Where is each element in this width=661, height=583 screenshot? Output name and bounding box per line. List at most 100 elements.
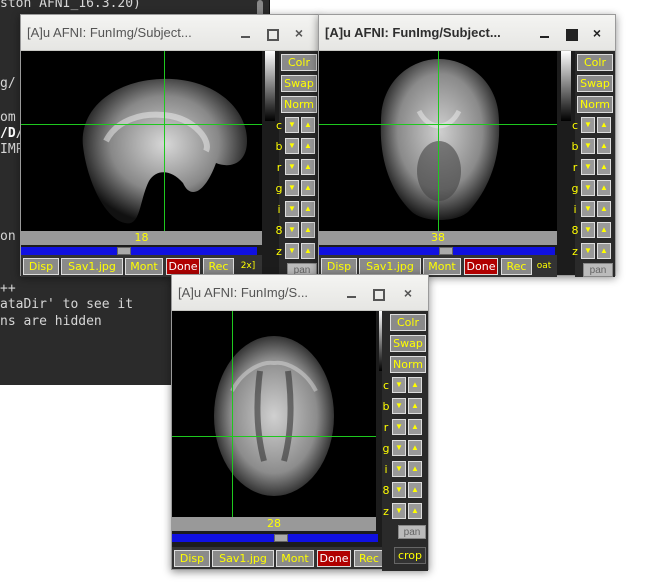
down-arrow-icon[interactable]: ▼ [581,222,595,238]
swap-button[interactable]: Swap [577,75,613,92]
save-button[interactable]: Sav1.jpg [61,258,123,275]
mont-button[interactable]: Mont [276,550,314,567]
up-arrow-icon[interactable]: ▲ [301,117,315,133]
slice-number: 18 [21,231,262,245]
pan-button[interactable]: pan [398,525,426,539]
close-icon[interactable]: × [291,25,307,41]
crosshair-vertical [438,51,439,231]
maximize-icon[interactable] [370,285,386,301]
brain-image-coronal[interactable] [319,51,557,231]
up-arrow-icon[interactable]: ▲ [301,138,315,154]
disp-button[interactable]: Disp [174,550,210,567]
down-arrow-icon[interactable]: ▼ [285,243,299,259]
close-icon[interactable]: × [400,285,416,301]
close-icon[interactable]: × [589,25,605,41]
minimize-icon[interactable] [537,25,553,41]
rec-button[interactable]: Rec [501,258,532,275]
norm-button[interactable]: Norm [281,96,317,113]
slice-slider[interactable] [172,534,378,542]
control-column: Colr Swap Norm c ▼ ▲ b ▼ ▲ r ▼ ▲ g ▼ ▲ i… [572,51,615,277]
up-arrow-icon[interactable]: ▲ [408,419,422,435]
down-arrow-icon[interactable]: ▼ [392,503,406,519]
up-arrow-icon[interactable]: ▲ [301,222,315,238]
down-arrow-icon[interactable]: ▼ [392,377,406,393]
pan-button[interactable]: pan [583,263,613,277]
minimize-icon[interactable] [344,285,360,301]
down-arrow-icon[interactable]: ▼ [392,461,406,477]
terminal-line: g/ [0,76,16,91]
maximize-icon[interactable] [563,25,579,41]
up-arrow-icon[interactable]: ▲ [597,243,611,259]
up-arrow-icon[interactable]: ▲ [408,440,422,456]
colr-button[interactable]: Colr [390,314,426,331]
maximize-icon[interactable] [264,25,280,41]
down-arrow-icon[interactable]: ▼ [581,201,595,217]
zoom-label: 2x] [240,261,256,271]
colorbar[interactable] [265,51,275,121]
down-arrow-icon[interactable]: ▼ [285,117,299,133]
rec-button[interactable]: Rec [203,258,234,275]
done-button[interactable]: Done [166,258,200,275]
norm-button[interactable]: Norm [390,356,426,373]
down-arrow-icon[interactable]: ▼ [392,398,406,414]
disp-button[interactable]: Disp [321,258,357,275]
up-arrow-icon[interactable]: ▲ [301,243,315,259]
contrast-label: c [275,119,283,132]
mont-button[interactable]: Mont [423,258,461,275]
up-arrow-icon[interactable]: ▲ [597,138,611,154]
swap-button[interactable]: Swap [390,335,426,352]
disp-button[interactable]: Disp [23,258,59,275]
down-arrow-icon[interactable]: ▼ [392,482,406,498]
mont-button[interactable]: Mont [125,258,163,275]
up-arrow-icon[interactable]: ▲ [597,201,611,217]
down-arrow-icon[interactable]: ▼ [581,243,595,259]
down-arrow-icon[interactable]: ▼ [392,419,406,435]
down-arrow-icon[interactable]: ▼ [581,117,595,133]
up-arrow-icon[interactable]: ▲ [301,201,315,217]
done-button[interactable]: Done [317,550,351,567]
up-arrow-icon[interactable]: ▲ [597,222,611,238]
up-arrow-icon[interactable]: ▲ [408,482,422,498]
brain-image-axial[interactable] [172,311,376,517]
up-arrow-icon[interactable]: ▲ [597,180,611,196]
colr-button[interactable]: Colr [281,54,317,71]
title-bar[interactable]: [A]u AFNI: FunImg/Subject... × [319,15,615,51]
colr-button[interactable]: Colr [577,54,613,71]
slice-slider[interactable] [21,247,257,255]
slider-thumb[interactable] [274,534,288,542]
down-arrow-icon[interactable]: ▼ [581,159,595,175]
down-arrow-icon[interactable]: ▼ [581,180,595,196]
down-arrow-icon[interactable]: ▼ [285,138,299,154]
title-bar[interactable]: [A]u AFNI: FunImg/Subject... × [21,15,319,51]
brain-image-sagittal[interactable] [21,51,262,231]
crop-button[interactable]: crop [394,547,426,564]
minimize-icon[interactable] [238,25,254,41]
up-arrow-icon[interactable]: ▲ [301,159,315,175]
save-button[interactable]: Sav1.jpg [212,550,274,567]
slider-thumb[interactable] [117,247,131,255]
down-arrow-icon[interactable]: ▼ [285,201,299,217]
swap-button[interactable]: Swap [281,75,317,92]
save-button[interactable]: Sav1.jpg [359,258,421,275]
down-arrow-icon[interactable]: ▼ [581,138,595,154]
up-arrow-icon[interactable]: ▲ [408,461,422,477]
colorbar[interactable] [561,51,571,121]
title-bar[interactable]: [A]u AFNI: FunImg/S... × [172,275,428,311]
done-button[interactable]: Done [464,258,498,275]
up-arrow-icon[interactable]: ▲ [301,180,315,196]
up-arrow-icon[interactable]: ▲ [408,377,422,393]
down-arrow-icon[interactable]: ▼ [285,222,299,238]
up-arrow-icon[interactable]: ▲ [408,398,422,414]
slice-slider[interactable] [319,247,555,255]
down-arrow-icon[interactable]: ▼ [285,180,299,196]
zoom-label: z [383,505,389,518]
up-arrow-icon[interactable]: ▲ [408,503,422,519]
up-arrow-icon[interactable]: ▲ [597,117,611,133]
down-arrow-icon[interactable]: ▼ [285,159,299,175]
down-arrow-icon[interactable]: ▼ [392,440,406,456]
norm-button[interactable]: Norm [577,96,613,113]
up-arrow-icon[interactable]: ▲ [597,159,611,175]
slider-thumb[interactable] [439,247,453,255]
rec-button[interactable]: Rec [354,550,384,567]
control-column: Colr Swap Norm c ▼ ▲ b ▼ ▲ r ▼ ▲ g ▼ ▲ i… [382,311,428,571]
